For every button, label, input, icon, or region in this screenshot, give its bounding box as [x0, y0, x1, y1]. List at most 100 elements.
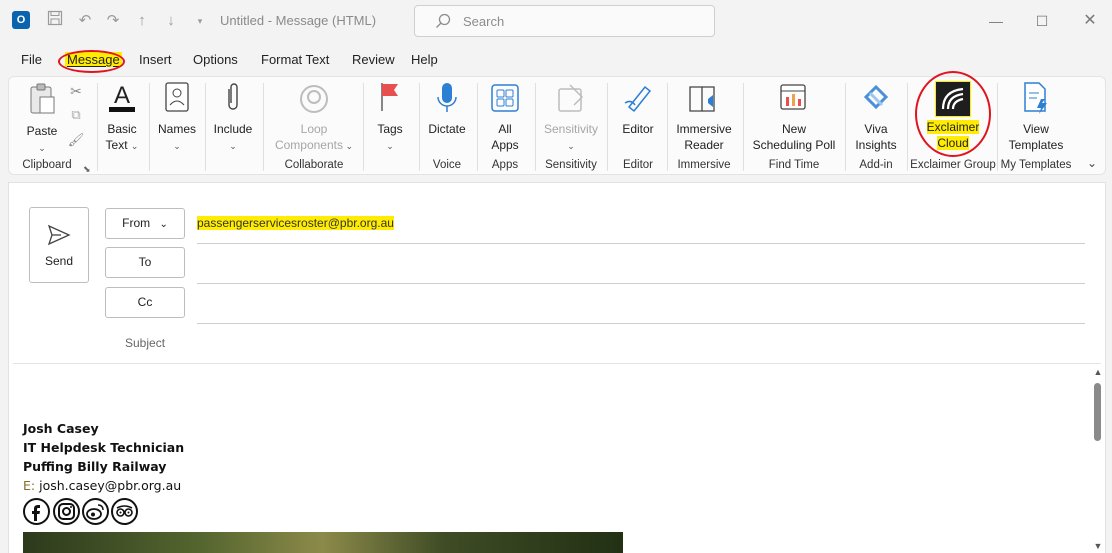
names-button[interactable]: Names ⌄: [155, 81, 199, 154]
format-painter-icon[interactable]: 🖌: [67, 132, 85, 148]
include-button[interactable]: Include ⌄: [209, 81, 257, 154]
group-exclaimer: Exclaimer Group: [910, 159, 996, 171]
group-separator: [743, 83, 744, 171]
title-bar: O ↶ ↷ ↑ ↓ ▾ Untitled - Message (HTML) Se…: [0, 0, 1112, 42]
group-sensitivity: Sensitivity: [545, 159, 597, 171]
tab-format-text[interactable]: Format Text: [261, 52, 329, 67]
from-address: passengerservicesroster@pbr.org.au: [197, 216, 394, 230]
tab-review[interactable]: Review: [352, 52, 395, 67]
tab-help[interactable]: Help: [411, 52, 438, 67]
group-separator: [477, 83, 478, 171]
redo-icon[interactable]: ↷: [102, 10, 124, 32]
tab-file[interactable]: File: [21, 52, 42, 67]
font-color-icon: A: [101, 81, 143, 119]
tab-options[interactable]: Options: [193, 52, 238, 67]
header-body-divider: [13, 363, 1101, 364]
address-book-icon: [155, 81, 199, 119]
menu-bar: File Message Insert Options Format Text …: [0, 48, 1112, 74]
scroll-up-icon[interactable]: ▲: [1091, 367, 1105, 377]
undo-icon[interactable]: ↶: [74, 10, 96, 32]
customize-qat-icon[interactable]: ▾: [189, 10, 211, 32]
scrollbar-thumb[interactable]: [1094, 383, 1101, 441]
outlook-app-icon: O: [12, 11, 30, 29]
attach-icon: [209, 81, 257, 119]
paste-button[interactable]: Paste ⌄: [17, 83, 67, 156]
loop-icon: [269, 83, 359, 119]
new-scheduling-poll-button[interactable]: New Scheduling Poll: [749, 81, 839, 153]
cut-icon[interactable]: ✂: [67, 83, 85, 100]
group-separator: [845, 83, 846, 171]
send-button[interactable]: Send: [29, 207, 89, 283]
view-templates-button[interactable]: View Templates: [1003, 81, 1069, 153]
maximize-button[interactable]: ☐: [1027, 8, 1057, 34]
group-clipboard: Clipboard: [22, 159, 72, 171]
signature-title: IT Helpdesk Technician: [23, 440, 185, 455]
close-button[interactable]: ✕: [1075, 8, 1105, 34]
group-immersive: Immersive: [677, 159, 731, 171]
facebook-icon[interactable]: [23, 498, 50, 525]
to-field[interactable]: [197, 283, 1085, 284]
loop-components-button[interactable]: Loop Components ⌄: [269, 83, 359, 154]
ribbon-collapse-icon[interactable]: ⌄: [1085, 155, 1099, 171]
up-arrow-icon[interactable]: ↑: [131, 10, 153, 32]
group-separator: [667, 83, 668, 171]
sensitivity-icon: [539, 83, 603, 119]
dictate-button[interactable]: Dictate: [423, 81, 471, 137]
search-icon: [435, 13, 451, 29]
signature-name: Josh Casey: [23, 421, 99, 436]
group-separator: [363, 83, 364, 171]
group-add-in: Add-in: [859, 159, 893, 171]
cc-button[interactable]: Cc: [105, 287, 185, 318]
group-find-time: Find Time: [768, 159, 820, 171]
viva-insights-button[interactable]: Viva Insights: [849, 81, 903, 153]
clipboard-icon: [17, 83, 67, 121]
weibo-icon[interactable]: [82, 498, 109, 525]
sensitivity-button[interactable]: Sensitivity ⌄: [539, 83, 603, 154]
microphone-icon: [423, 81, 471, 119]
exclaimer-logo-icon: [935, 81, 971, 117]
save-icon[interactable]: [44, 10, 66, 32]
group-separator: [419, 83, 420, 171]
flag-icon: [369, 81, 411, 119]
search-box[interactable]: Search: [414, 5, 715, 37]
tags-button[interactable]: Tags ⌄: [369, 81, 411, 154]
editor-button[interactable]: Editor: [613, 81, 663, 137]
to-button[interactable]: To: [105, 247, 185, 278]
instagram-icon[interactable]: [53, 498, 80, 525]
send-icon: [47, 224, 71, 249]
from-button[interactable]: From ⌄: [105, 208, 185, 239]
signature-email[interactable]: josh.casey@pbr.org.au: [39, 478, 181, 493]
signature-company: Puffing Billy Railway: [23, 459, 167, 474]
tripadvisor-icon[interactable]: [111, 498, 138, 525]
immersive-reader-icon: [671, 81, 737, 119]
cc-field[interactable]: [197, 323, 1085, 324]
scroll-down-icon[interactable]: ▼: [1091, 541, 1105, 551]
group-separator: [535, 83, 536, 171]
group-my-templates: My Templates: [1000, 159, 1072, 171]
from-field-line: [197, 243, 1085, 244]
compose-pane: Send From ⌄ passengerservicesroster@pbr.…: [8, 182, 1106, 553]
clipboard-launcher-icon[interactable]: ⬊: [83, 161, 91, 177]
signature-email-line: E: josh.casey@pbr.org.au: [23, 478, 181, 493]
ribbon: Paste ⌄ ✂ ⧉ 🖌 Clipboard ⬊ A Basic Text ⌄ …: [8, 76, 1106, 175]
tab-message[interactable]: Message: [65, 52, 122, 67]
all-apps-button[interactable]: All Apps: [483, 81, 527, 153]
scheduling-poll-icon: [749, 81, 839, 119]
immersive-reader-button[interactable]: Immersive Reader: [671, 81, 737, 153]
svg-text:A: A: [114, 82, 130, 109]
templates-icon: [1003, 81, 1069, 119]
vertical-scrollbar[interactable]: ▲ ▼: [1091, 367, 1105, 553]
copy-icon[interactable]: ⧉: [67, 107, 85, 123]
group-separator: [205, 83, 206, 171]
editor-pen-icon: [613, 81, 663, 119]
apps-grid-icon: [483, 81, 527, 119]
subject-label: Subject: [125, 336, 166, 350]
exclaimer-cloud-button[interactable]: Exclaimer Cloud: [919, 81, 987, 151]
group-separator: [907, 83, 908, 171]
minimize-button[interactable]: —: [981, 8, 1011, 34]
tab-insert[interactable]: Insert: [139, 52, 172, 67]
window-title: Untitled - Message (HTML): [220, 13, 377, 28]
down-arrow-icon[interactable]: ↓: [160, 10, 182, 32]
viva-insights-icon: [849, 81, 903, 119]
basic-text-button[interactable]: A Basic Text ⌄: [101, 81, 143, 154]
